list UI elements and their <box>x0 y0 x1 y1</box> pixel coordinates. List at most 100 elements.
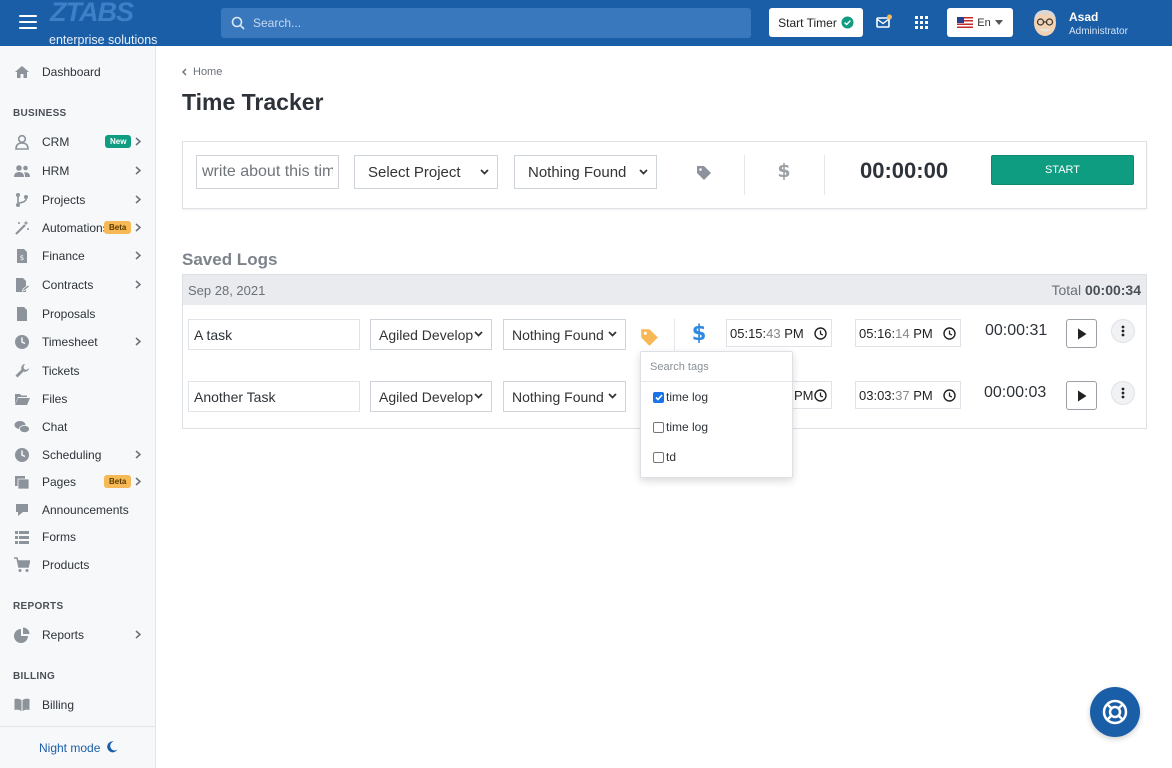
topbar: ZTABS enterprise solutions Start Timer E… <box>0 0 1172 47</box>
divider <box>744 155 745 195</box>
menu-icon[interactable] <box>19 15 37 29</box>
tag-option-label: time log <box>666 390 709 404</box>
sidebar-label-projects: Projects <box>42 193 86 207</box>
log-project-select[interactable]: Agiled Develop <box>370 319 492 350</box>
start-time-input[interactable]: 05:15: 43 PM <box>726 319 832 347</box>
sidebar-item-crm[interactable]: CRM New <box>0 129 155 155</box>
log-name-input[interactable] <box>188 319 360 350</box>
sidebar-label-reports: Reports <box>42 628 85 642</box>
log-group-total: Total 00:00:34 <box>1051 282 1141 298</box>
log-name-input[interactable] <box>188 381 360 412</box>
chevron-down-icon <box>639 169 648 175</box>
user-name[interactable]: Asad <box>1069 10 1098 24</box>
mail-notification-icon[interactable] <box>876 14 892 30</box>
end-time-sec: 14 <box>895 325 910 341</box>
search-input[interactable] <box>253 8 743 38</box>
divider <box>674 319 675 352</box>
log-project-select[interactable]: Agiled Develop <box>370 381 492 412</box>
dollar-icon[interactable]: $ <box>778 160 790 180</box>
check-circle-icon <box>841 16 854 29</box>
contract-icon <box>16 278 30 292</box>
log-duration: 00:00:31 <box>985 322 1048 339</box>
sidebar-item-scheduling[interactable]: Scheduling <box>0 442 155 468</box>
sidebar-item-pages[interactable]: Pages Beta <box>0 469 155 495</box>
project-select-value: Select Project <box>368 163 461 181</box>
breadcrumb-home[interactable]: Home <box>193 66 222 78</box>
start-timer-button[interactable]: Start Timer <box>769 8 863 37</box>
sidebar-label-automations: Automations <box>42 221 106 235</box>
more-options-button[interactable] <box>1111 319 1135 343</box>
log-duration: 00:00:03 <box>984 384 1047 401</box>
beta-badge: Beta <box>104 475 132 488</box>
sidebar-item-finance[interactable]: $ Finance <box>0 243 155 269</box>
checkbox[interactable] <box>653 421 664 433</box>
log-project-value: Agiled Develop <box>379 326 474 343</box>
sidebar-item-automations[interactable]: Automations Beta <box>0 215 155 241</box>
tag-search-input[interactable] <box>641 352 792 382</box>
section-business: BUSINESS <box>13 108 67 119</box>
sidebar-item-files[interactable]: Files <box>0 386 155 412</box>
play-button[interactable] <box>1066 381 1097 410</box>
start-button[interactable]: START <box>991 155 1134 185</box>
night-mode-toggle[interactable]: Night mode <box>0 726 155 768</box>
schedule-clock-icon <box>15 448 29 462</box>
chevron-right-icon <box>135 137 141 146</box>
more-vertical-icon <box>1121 325 1125 337</box>
sidebar-item-hrm[interactable]: HRM <box>0 158 155 184</box>
user-role: Administrator <box>1069 26 1128 37</box>
search-box <box>221 8 751 38</box>
tag-icon[interactable] <box>696 165 712 181</box>
sidebar-item-reports[interactable]: Reports <box>0 622 155 648</box>
tag-icon[interactable] <box>640 328 659 347</box>
project-select[interactable]: Select Project <box>354 155 498 189</box>
breadcrumb[interactable]: Home <box>182 66 222 78</box>
logo-subtitle: enterprise solutions <box>49 33 158 47</box>
language-selector[interactable]: En <box>947 8 1013 37</box>
list-icon <box>15 531 29 544</box>
checkbox[interactable] <box>653 451 664 463</box>
avatar[interactable] <box>1031 8 1059 38</box>
page-title: Time Tracker <box>182 89 324 115</box>
sidebar-item-proposals[interactable]: Proposals <box>0 301 155 327</box>
sidebar-item-forms[interactable]: Forms <box>0 524 155 550</box>
sidebar-item-dashboard[interactable]: Dashboard <box>0 59 155 85</box>
tag-option-label: td <box>666 450 677 464</box>
sidebar-item-tickets[interactable]: Tickets <box>0 358 155 384</box>
caret-down-icon <box>994 20 1003 25</box>
tag-option[interactable]: time log <box>653 389 708 405</box>
sidebar-item-projects[interactable]: Projects <box>0 187 155 213</box>
sidebar-item-products[interactable]: Products <box>0 552 155 578</box>
tag-option[interactable]: td <box>653 449 676 465</box>
timer-display: 00:00:00 <box>860 158 949 183</box>
end-time-input[interactable]: 05:16: 14 PM <box>855 319 961 347</box>
language-label: En <box>977 16 991 29</box>
sidebar-item-timesheet[interactable]: Timesheet <box>0 329 155 355</box>
tag-option[interactable]: time log <box>653 419 708 435</box>
sidebar-label-announcements: Announcements <box>42 503 129 517</box>
invoice-icon: $ <box>17 249 27 263</box>
sidebar-item-contracts[interactable]: Contracts <box>0 272 155 298</box>
apps-grid-icon[interactable] <box>915 16 928 29</box>
log-task-select[interactable]: Nothing Found <box>503 319 626 350</box>
sidebar-item-announcements[interactable]: Announcements <box>0 497 155 523</box>
end-time-sec: 37 <box>895 387 910 403</box>
more-options-button[interactable] <box>1111 381 1135 405</box>
logo-text: ZTABS <box>50 0 134 27</box>
cart-icon <box>14 557 30 572</box>
play-button[interactable] <box>1066 319 1097 348</box>
timer-description-input[interactable] <box>196 155 339 189</box>
task-select[interactable]: Nothing Found <box>514 155 657 189</box>
end-time-input[interactable]: 03:03: 37 PM <box>855 381 961 409</box>
more-vertical-icon <box>1121 387 1125 399</box>
sidebar-item-billing[interactable]: Billing <box>0 692 155 718</box>
sidebar: Dashboard BUSINESS CRM New HRM Projects … <box>0 46 156 768</box>
sidebar-label-proposals: Proposals <box>42 307 96 321</box>
sidebar-label-chat: Chat <box>42 420 68 434</box>
log-task-select[interactable]: Nothing Found <box>503 381 626 412</box>
help-button[interactable] <box>1090 687 1140 737</box>
sidebar-item-chat[interactable]: Chat <box>0 414 155 440</box>
checkbox-checked[interactable] <box>653 391 664 403</box>
log-task-value: Nothing Found <box>512 388 604 405</box>
dollar-icon[interactable]: $ <box>692 321 706 343</box>
logo[interactable]: ZTABS enterprise solutions <box>48 0 168 47</box>
